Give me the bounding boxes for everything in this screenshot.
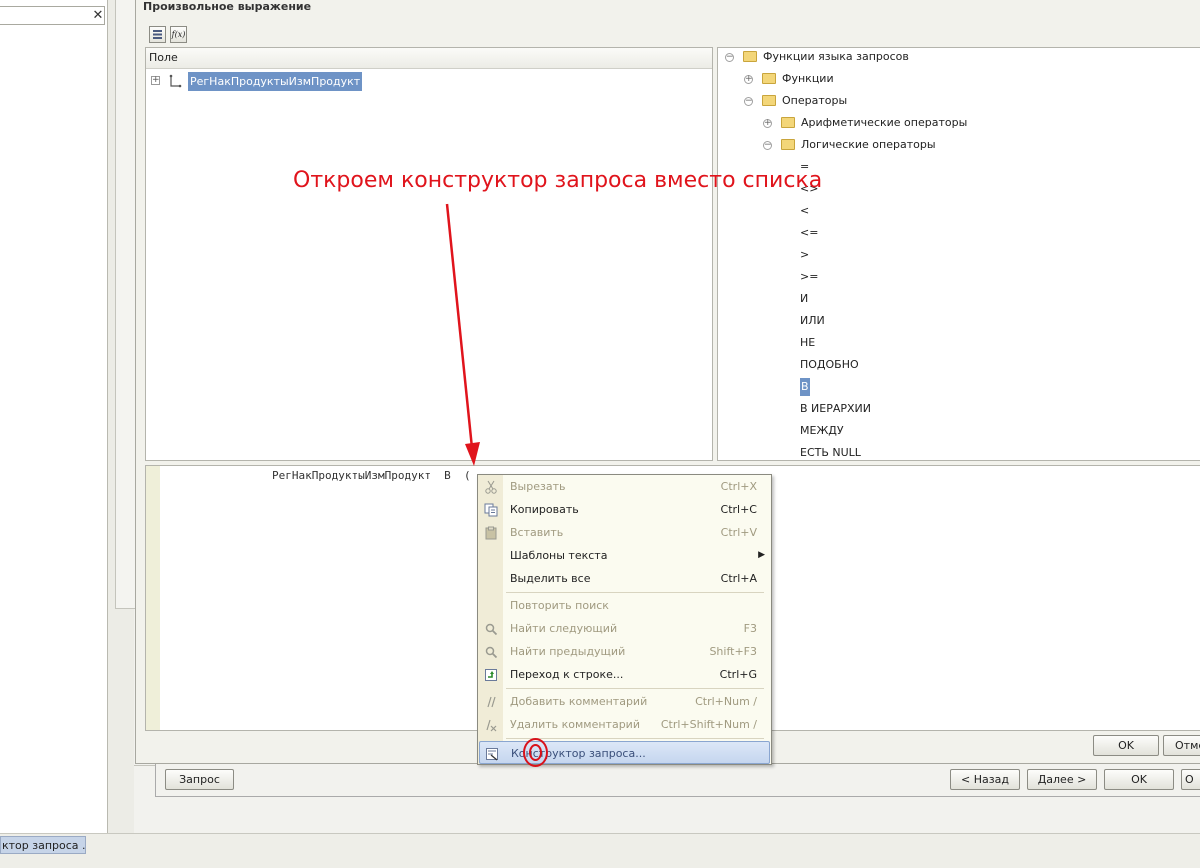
editor-text[interactable]: РегНакПродуктыИзмПродукт В ( [272,469,471,482]
menu-item-shortcut: Ctrl+Shift+Num / [660,718,757,731]
menu-item-label: Добавить комментарий [510,695,648,708]
next-button[interactable]: Далее > [1027,769,1097,790]
tree-item-arithmetic-operators[interactable]: Арифметические операторы [801,112,967,134]
function-view-button[interactable]: f(x) [170,26,187,43]
menu-item-repeat-search[interactable]: Повторить поиск [478,594,771,617]
menu-item-find-next[interactable]: Найти следующий F3 [478,617,771,640]
tree-item-operators[interactable]: Операторы [782,90,847,112]
operator-item[interactable]: ПОДОБНО [800,354,859,376]
fields-panel [145,47,713,461]
expand-icon[interactable]: + [744,75,753,84]
operator-item[interactable]: < [800,200,809,222]
wizard-ok-button[interactable]: OK [1104,769,1174,790]
menu-item-remove-comment[interactable]: Удалить комментарий Ctrl+Shift+Num / [478,713,771,736]
operator-item[interactable]: И [800,288,808,310]
editor-gutter [146,466,160,730]
folder-icon [762,95,776,106]
menu-item-text-templates[interactable]: Шаблоны текста ▶ [478,544,771,567]
annotation-text: Откроем конструктор запроса вместо списк… [293,168,823,193]
background-list-panel [0,0,108,833]
menu-item-label: Переход к строке... [510,668,624,681]
menu-item-shortcut: Ctrl+X [720,480,757,493]
menu-item-shortcut: Ctrl+V [720,526,757,539]
menu-item-label: Повторить поиск [510,599,609,612]
menu-item-shortcut: Shift+F3 [709,645,757,658]
list-icon [153,30,162,39]
menu-item-shortcut: Ctrl+Num / [695,695,757,708]
taskbar [0,833,1200,868]
folder-icon [781,139,795,150]
menu-item-copy[interactable]: Копировать Ctrl+C [478,498,771,521]
menu-item-cut[interactable]: Вырезать Ctrl+X [478,475,771,498]
menu-item-label: Копировать [510,503,579,516]
field-expand-icon[interactable]: + [151,76,160,85]
comment-add-icon [487,696,496,708]
menu-item-shortcut: Ctrl+C [720,503,757,516]
tree-item-logical-operators[interactable]: Логические операторы [801,134,936,156]
field-item[interactable]: РегНакПродуктыИзмПродукт [188,72,363,91]
query-constructor-icon [486,748,498,761]
highlight-circle-inner [529,744,542,761]
submenu-arrow-icon: ▶ [758,550,765,560]
menu-item-add-comment[interactable]: Добавить комментарий Ctrl+Num / [478,690,771,713]
menu-item-label: Найти следующий [510,622,618,635]
menu-item-label: Вырезать [510,480,566,493]
operator-item[interactable]: МЕЖДУ [800,420,844,442]
menu-item-label: Вставить [510,526,564,539]
clear-search-icon[interactable]: ✕ [90,7,106,24]
find-next-icon [485,623,498,636]
operator-item[interactable]: ИЛИ [800,310,825,332]
find-prev-icon [485,646,498,659]
copy-icon [484,503,498,517]
operator-item[interactable]: > [800,244,809,266]
operator-item-selected[interactable]: В [800,378,810,396]
collapse-icon[interactable]: − [763,141,772,150]
goto-line-icon [485,669,497,681]
menu-item-select-all[interactable]: Выделить все Ctrl+A [478,567,771,590]
field-dimension-icon [169,74,182,88]
menu-separator [506,592,764,593]
menu-item-label: Найти предыдущий [510,645,626,658]
menu-item-label: Удалить комментарий [510,718,640,731]
tree-item-functions[interactable]: Функции [782,68,834,90]
menu-item-goto-line[interactable]: Переход к строке... Ctrl+G [478,663,771,686]
folder-icon [743,51,757,62]
operator-item[interactable]: НЕ [800,332,815,354]
menu-separator [506,688,764,689]
folder-icon [762,73,776,84]
menu-item-paste[interactable]: Вставить Ctrl+V [478,521,771,544]
back-button[interactable]: < Назад [950,769,1020,790]
menu-item-shortcut: F3 [743,622,757,635]
menu-item-shortcut: Ctrl+A [720,572,757,585]
folder-icon [781,117,795,128]
background-scroll-area [115,0,136,609]
operator-item[interactable]: >= [800,266,818,288]
annotation-arrow-icon [445,203,480,466]
menu-item-find-previous[interactable]: Найти предыдущий Shift+F3 [478,640,771,663]
scissors-icon [485,480,497,494]
collapse-icon[interactable]: − [725,53,734,62]
paste-icon [485,526,497,540]
wizard-cancel-button[interactable]: О [1181,769,1200,790]
list-view-button[interactable] [149,26,166,43]
dialog-cancel-button[interactable]: Отме [1163,735,1200,756]
menu-item-shortcut: Ctrl+G [719,668,757,681]
collapse-icon[interactable]: − [744,97,753,106]
menu-item-label: Выделить все [510,572,591,585]
fields-column-header: Поле [146,48,712,69]
taskbar-item[interactable]: ктор запроса ... [0,836,86,854]
operator-item[interactable]: <= [800,222,818,244]
tree-item-query-functions[interactable]: Функции языка запросов [763,46,909,68]
expand-icon[interactable]: + [763,119,772,128]
menu-separator [506,738,764,739]
dialog-ok-button[interactable]: OK [1093,735,1159,756]
dialog-title: Произвольное выражение [143,0,312,13]
query-button[interactable]: Запрос [165,769,234,790]
operator-item[interactable]: ЕСТЬ NULL [800,442,861,464]
menu-item-label: Шаблоны текста [510,549,608,562]
comment-remove-icon [486,719,497,732]
operator-item[interactable]: В ИЕРАРХИИ [800,398,871,420]
